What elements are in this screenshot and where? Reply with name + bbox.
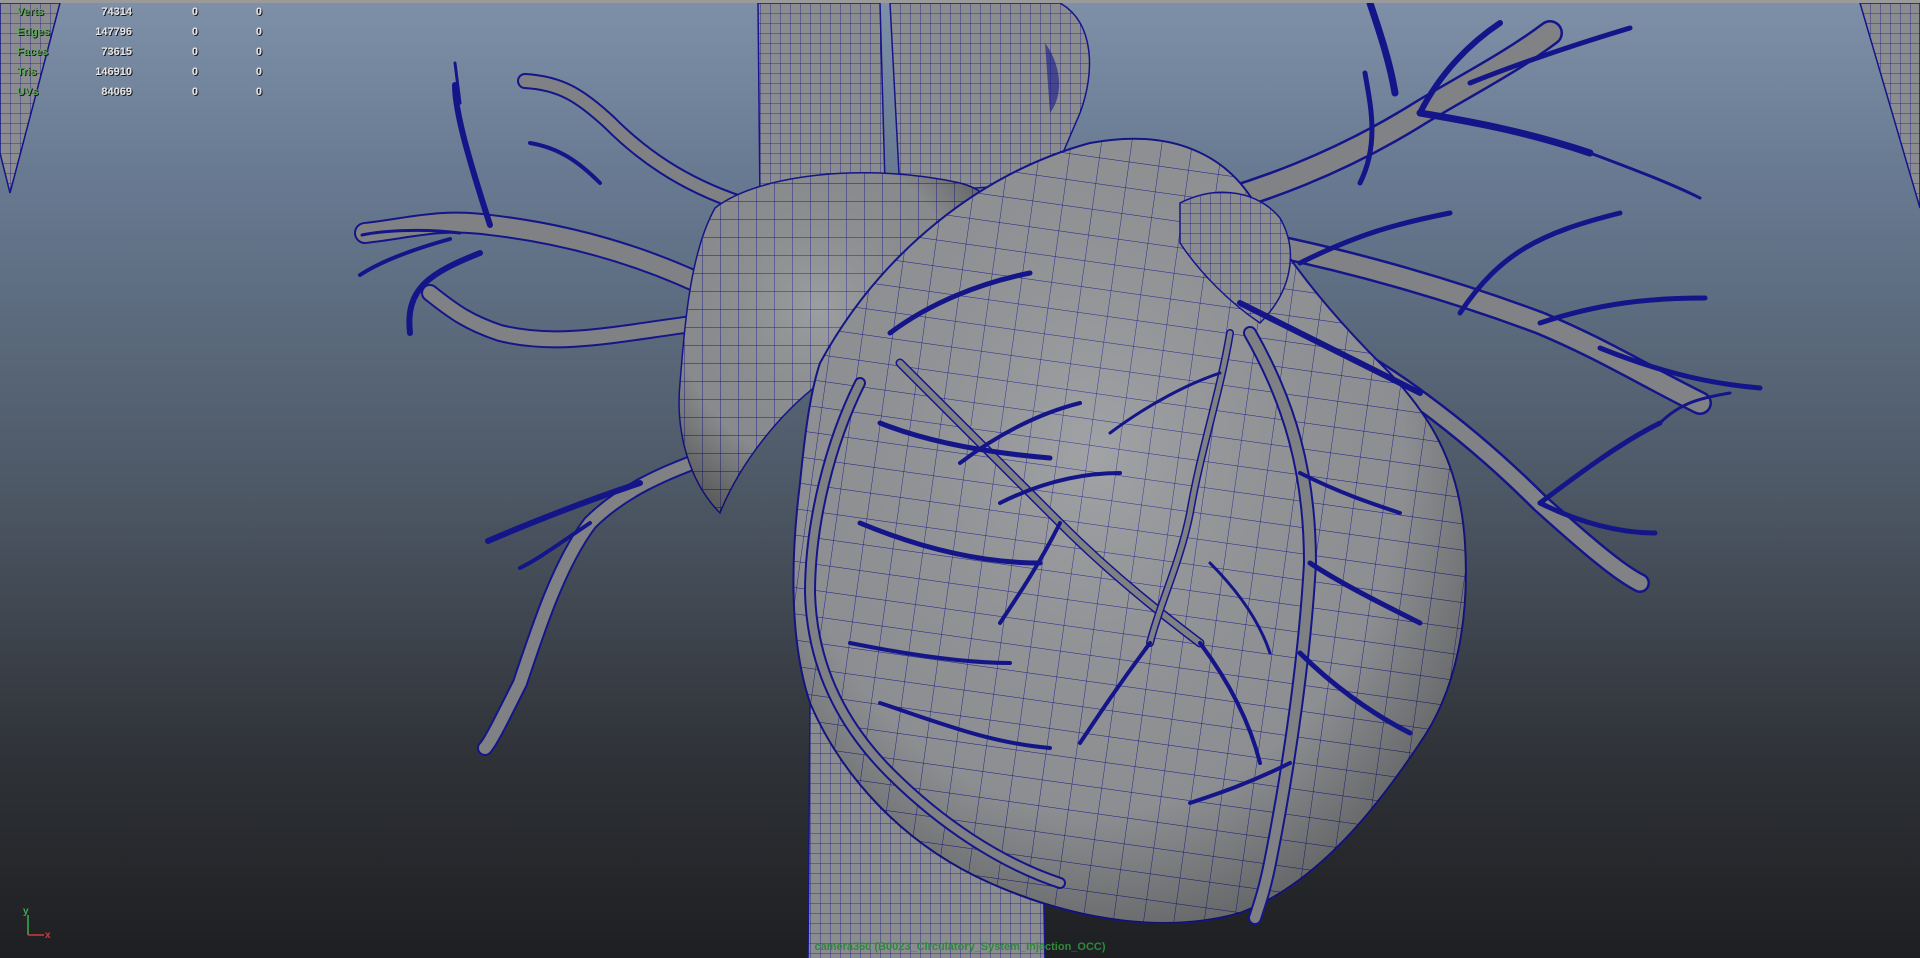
hud-row-faces: Faces 73615 0 0 [0,43,280,63]
maya-viewport[interactable]: Verts 74314 0 0 Edges 147796 0 0 Faces 7… [0,0,1920,958]
poly-count-hud: Verts 74314 0 0 Edges 147796 0 0 Faces 7… [0,3,280,103]
hud-value: 0 [255,46,262,58]
hud-value: 84069 [101,86,132,98]
hud-value: 0 [191,46,198,58]
hud-value: 0 [191,86,198,98]
hud-row-verts: Verts 74314 0 0 [0,3,280,23]
hud-label: Verts [17,6,44,18]
hud-value: 0 [191,26,198,38]
hud-row-edges: Edges 147796 0 0 [0,23,280,43]
hud-value: 0 [255,26,262,38]
hud-value: 0 [255,6,262,18]
hud-value: 73615 [101,46,132,58]
hud-label: Edges [17,26,51,38]
hud-value: 146910 [95,66,132,78]
hud-value: 0 [191,6,198,18]
hud-value: 74314 [101,6,132,18]
hud-label: UVs [17,86,39,98]
hud-value: 0 [191,66,198,78]
hud-label: Faces [17,46,49,58]
axis-y-label: y [23,906,29,917]
hud-value: 147796 [95,26,132,38]
hud-label: Tris [17,66,37,78]
hud-row-uvs: UVs 84069 0 0 [0,83,280,103]
camera-name-label: camera360 (B0023_Circulatory_System_Inje… [814,941,1106,953]
hud-value: 0 [255,66,262,78]
axis-x-label: x [45,930,51,939]
axis-gizmo-icon: y x [23,906,51,939]
heart-wireframe-model[interactable] [0,3,1920,958]
frame-strut-right [1859,3,1920,209]
hud-value: 0 [255,86,262,98]
hud-row-tris: Tris 146910 0 0 [0,63,280,83]
